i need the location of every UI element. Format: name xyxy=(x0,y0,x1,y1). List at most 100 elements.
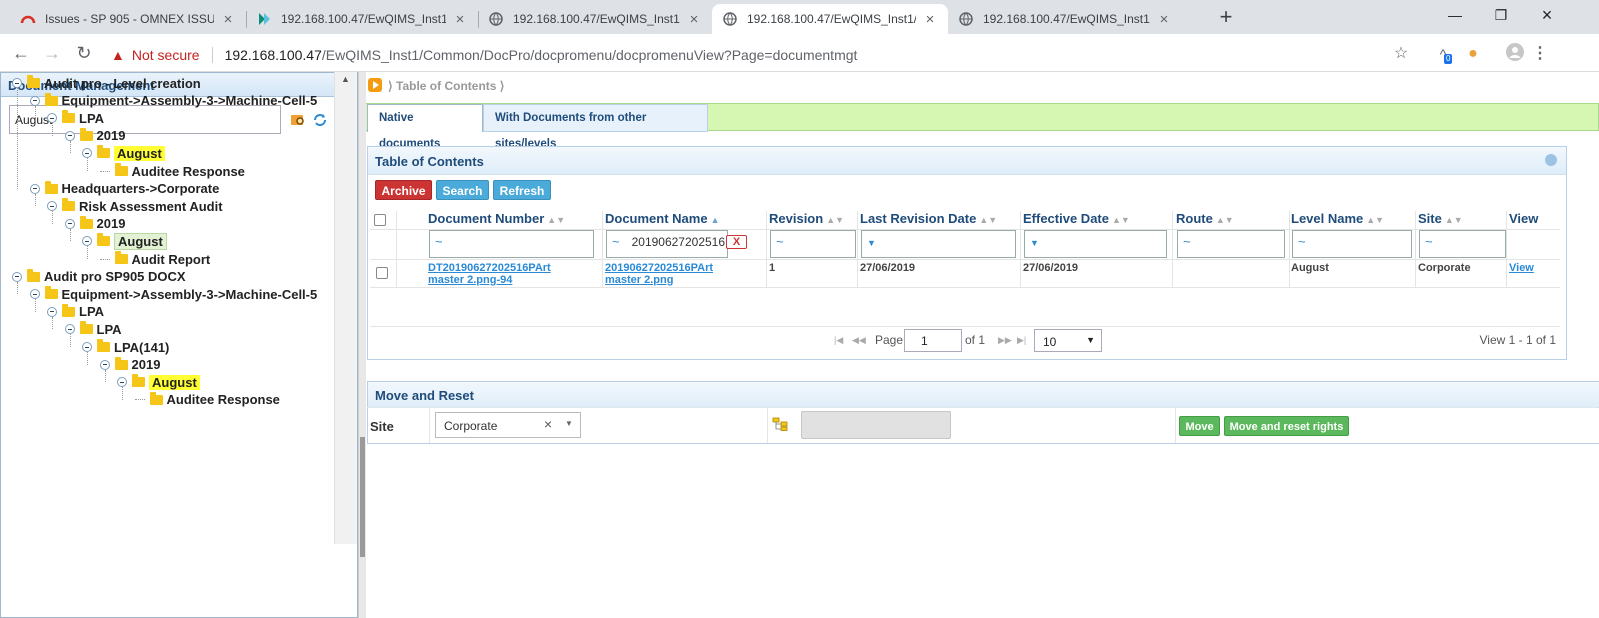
col-header-level-name[interactable]: Level Name ▲▼ xyxy=(1291,211,1384,229)
tree-scrollbar[interactable]: ▲ xyxy=(334,72,357,544)
collapse-toggle-icon[interactable] xyxy=(82,148,92,159)
page-size-select[interactable]: 10 ▼ xyxy=(1034,329,1102,352)
close-icon[interactable]: × xyxy=(686,11,702,28)
col-header-effective-date[interactable]: Effective Date ▲▼ xyxy=(1023,211,1130,229)
scroll-up-icon[interactable]: ▲ xyxy=(341,74,350,84)
tree-node[interactable]: August xyxy=(82,144,165,162)
clear-selection-icon[interactable]: × xyxy=(544,416,552,432)
refresh-button[interactable]: Refresh xyxy=(493,180,551,200)
collapse-toggle-icon[interactable] xyxy=(99,359,110,370)
tree-node[interactable]: Equipment->Assembly-3->Machine-Cell-5 xyxy=(29,285,317,303)
filter-document-number[interactable]: ~ xyxy=(429,230,594,258)
col-header-last-revision-date[interactable]: Last Revision Date ▲▼ xyxy=(860,211,997,229)
clear-filter-button[interactable]: X xyxy=(726,235,747,249)
col-header-revision[interactable]: Revision ▲▼ xyxy=(769,211,844,229)
next-page-icon[interactable]: ▶▶ xyxy=(998,335,1012,346)
tree-node[interactable]: Audit pro - Level creation xyxy=(12,74,201,92)
tree-node[interactable]: LPA xyxy=(47,109,104,127)
new-tab-button[interactable]: + xyxy=(1214,6,1238,30)
address-bar[interactable]: ▲ Not secure 192.168.100.47/EwQIMS_Inst1… xyxy=(111,43,857,67)
prev-page-icon[interactable]: ◀◀ xyxy=(852,335,866,346)
collapse-toggle-icon[interactable] xyxy=(82,236,92,247)
tree-node[interactable]: Headquarters->Corporate xyxy=(29,180,219,198)
menu-icon[interactable]: ⋮ xyxy=(1530,43,1550,65)
tree-node[interactable]: 2019 xyxy=(64,127,125,145)
tree-node[interactable]: Audit Report xyxy=(99,250,210,268)
breadcrumb-item[interactable]: ⟩ Table of Contents ⟩ xyxy=(388,79,504,93)
maximize-button[interactable]: ❐ xyxy=(1478,0,1524,30)
collapse-toggle-icon[interactable] xyxy=(47,201,57,212)
collapse-toggle-icon[interactable] xyxy=(47,306,57,317)
collapse-toggle-icon[interactable] xyxy=(117,377,127,388)
filter-last-revision-date[interactable]: ▼ xyxy=(861,230,1016,258)
tree-node[interactable]: Auditee Response xyxy=(134,391,280,409)
tree-node[interactable]: LPA(141) xyxy=(82,338,169,356)
tree-node[interactable]: LPA xyxy=(47,303,104,321)
collapse-toggle-icon[interactable] xyxy=(64,130,75,141)
collapse-toggle-icon[interactable] xyxy=(47,113,57,124)
extension-icon[interactable]: ^ 0 xyxy=(1432,43,1454,65)
filter-site[interactable]: ~ xyxy=(1419,230,1506,258)
collapse-toggle-icon[interactable] xyxy=(64,218,75,229)
filter-level-name[interactable]: ~ xyxy=(1292,230,1412,258)
splitter-grip[interactable] xyxy=(360,437,365,557)
move-and-reset-rights-button[interactable]: Move and reset rights xyxy=(1224,416,1349,436)
back-button[interactable]: ← xyxy=(7,39,35,67)
close-icon[interactable]: × xyxy=(452,11,468,28)
page-number-input[interactable]: 1 xyxy=(904,329,962,352)
view-link[interactable]: View xyxy=(1509,262,1534,274)
document-name-link[interactable]: 20190627202516PArt master 2.png xyxy=(605,262,713,286)
collapse-toggle-icon[interactable] xyxy=(82,342,92,352)
select-all-checkbox[interactable] xyxy=(374,214,386,226)
collapse-toggle-icon[interactable] xyxy=(12,78,22,88)
browser-tab-issues[interactable]: Issues - SP 905 - OMNEX ISSUE T × xyxy=(10,4,246,34)
filter-revision[interactable]: ~ xyxy=(770,230,856,258)
tree-node[interactable]: Audit pro SP905 DOCX xyxy=(12,268,186,286)
hierarchy-icon[interactable] xyxy=(772,417,788,434)
collapse-toggle-icon[interactable] xyxy=(29,289,40,300)
close-window-button[interactable]: × xyxy=(1524,0,1570,30)
collapse-toggle-icon[interactable] xyxy=(12,271,22,282)
tree-node[interactable]: Equipment->Assembly-3->Machine-Cell-5 xyxy=(29,92,317,110)
collapse-toggle-icon[interactable] xyxy=(29,95,40,106)
tree-node[interactable]: 2019 xyxy=(99,356,160,374)
tab-native-documents[interactable]: Native documents xyxy=(367,104,483,150)
star-icon[interactable]: ☆ xyxy=(1390,43,1412,65)
tree-node[interactable]: August xyxy=(82,232,167,250)
col-header-document-name[interactable]: Document Name ▲ xyxy=(605,211,720,229)
level-selection-field[interactable] xyxy=(801,411,951,439)
browser-tab-active[interactable]: 192.168.100.47/EwQIMS_Inst1/Cc × xyxy=(712,4,948,34)
col-header-document-number[interactable]: Document Number ▲▼ xyxy=(428,211,565,229)
site-select[interactable]: Corporate × ▼ xyxy=(435,412,581,438)
tree-node[interactable]: Auditee Response xyxy=(99,162,245,180)
document-number-link[interactable]: DT20190627202516PArt master 2.png-94 xyxy=(428,262,551,286)
last-page-icon[interactable]: ▶| xyxy=(1017,335,1026,346)
browser-tab-5[interactable]: 192.168.100.47/EwQIMS_Inst1/Cc × xyxy=(948,4,1182,34)
tree-node[interactable]: August xyxy=(117,373,200,391)
close-icon[interactable]: × xyxy=(922,11,938,28)
extension-shield-icon[interactable]: ● xyxy=(1462,43,1484,65)
filter-route[interactable]: ~ xyxy=(1177,230,1285,258)
col-header-site[interactable]: Site ▲▼ xyxy=(1418,211,1463,229)
move-button[interactable]: Move xyxy=(1179,416,1220,436)
reload-button[interactable]: ↻ xyxy=(70,39,98,67)
minimize-button[interactable]: — xyxy=(1432,0,1478,30)
profile-avatar-icon[interactable] xyxy=(1504,43,1526,65)
first-page-icon[interactable]: |◀ xyxy=(834,335,843,346)
tree-node[interactable]: LPA xyxy=(64,320,122,338)
pane-splitter[interactable] xyxy=(358,72,366,618)
browser-tab-3[interactable]: 192.168.100.47/EwQIMS_Inst1/Cc × xyxy=(478,4,712,34)
row-checkbox[interactable] xyxy=(376,267,388,279)
tab-other-sites[interactable]: With Documents from other sites/levels xyxy=(483,104,708,150)
tree-node[interactable]: 2019 xyxy=(64,215,125,233)
filter-effective-date[interactable]: ▼ xyxy=(1024,230,1167,258)
close-icon[interactable]: × xyxy=(1156,11,1172,28)
browser-tab-2[interactable]: 192.168.100.47/EwQIMS_Inst1/cc × xyxy=(246,4,478,34)
close-icon[interactable]: × xyxy=(220,11,236,28)
archive-button[interactable]: Archive xyxy=(375,180,432,200)
search-button[interactable]: Search xyxy=(436,180,489,200)
col-header-route[interactable]: Route ▲▼ xyxy=(1176,211,1234,229)
filter-document-name[interactable]: ~20190627202516PArt xyxy=(606,230,728,258)
collapse-icon[interactable] xyxy=(1545,154,1557,166)
collapse-toggle-icon[interactable] xyxy=(64,324,75,335)
